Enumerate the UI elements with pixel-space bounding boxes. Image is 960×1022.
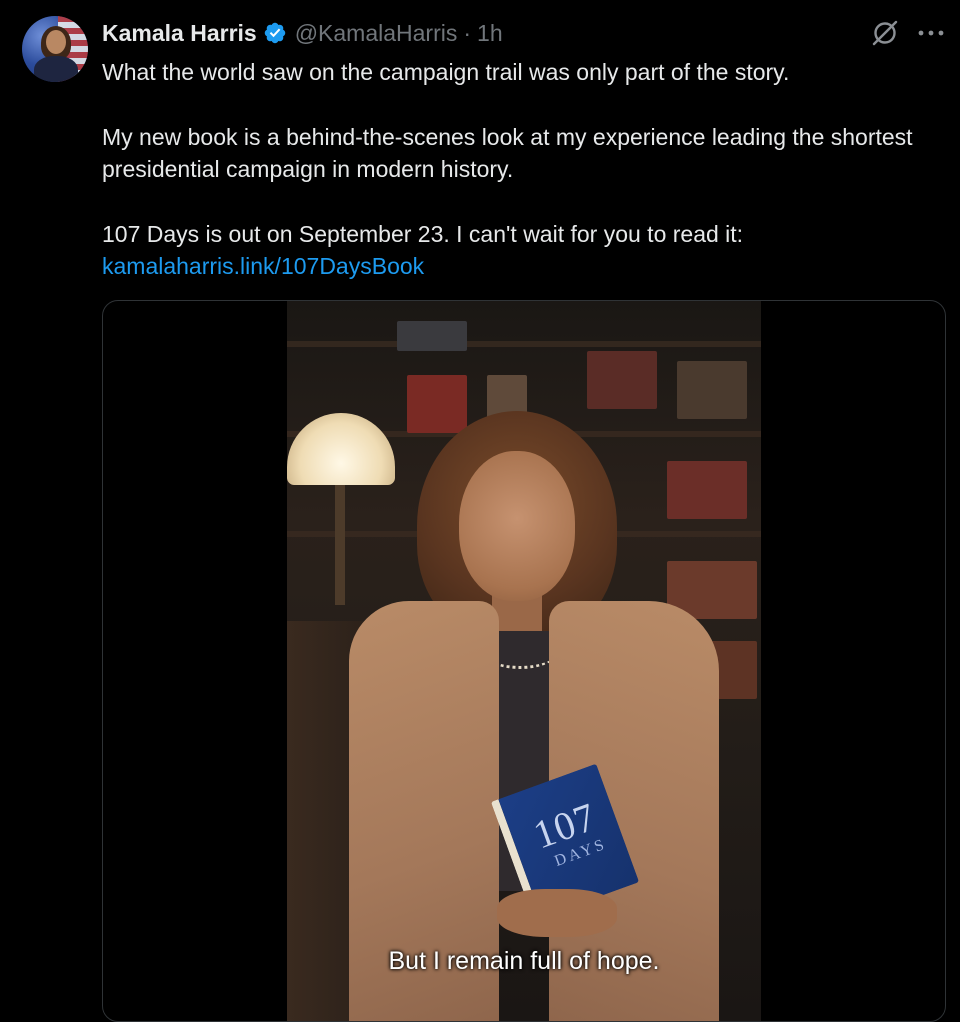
avatar-face xyxy=(46,30,66,54)
tweet-text: What the world saw on the campaign trail… xyxy=(102,56,942,282)
book-link[interactable]: kamalaharris.link/107DaysBook xyxy=(102,253,424,279)
more-options-icon[interactable] xyxy=(916,26,946,40)
video-player[interactable]: 107 DAYS But I remain full of hope. xyxy=(102,300,946,1022)
separator-dot: · xyxy=(463,19,472,46)
tweet-header: Kamala Harris @KamalaHarris · 1h xyxy=(102,16,503,50)
author-handle[interactable]: @KamalaHarris xyxy=(295,20,458,47)
tweet: Kamala Harris @KamalaHarris · 1h What th… xyxy=(0,0,960,1022)
avatar-body xyxy=(34,56,78,82)
books-red xyxy=(407,375,467,433)
lamp-stem xyxy=(335,485,345,605)
books-dark xyxy=(677,361,747,419)
timestamp[interactable]: 1h xyxy=(477,20,503,47)
grok-icon[interactable] xyxy=(870,18,900,48)
lamp-shade xyxy=(287,413,395,485)
avatar[interactable] xyxy=(22,16,88,82)
books-grey xyxy=(397,321,467,351)
bookshelf xyxy=(287,341,761,347)
tweet-text-line: My new book is a behind-the-scenes look … xyxy=(102,124,913,182)
person-hands xyxy=(497,889,617,937)
tweet-text-line: 107 Days is out on September 23. I can't… xyxy=(102,221,744,247)
verified-badge-icon[interactable] xyxy=(263,21,287,45)
video-frame[interactable]: 107 DAYS But I remain full of hope. xyxy=(287,301,761,1021)
books-maroon xyxy=(587,351,657,409)
books-red xyxy=(667,461,747,519)
person-face xyxy=(459,451,575,601)
video-caption: But I remain full of hope. xyxy=(388,947,660,975)
tweet-text-line: What the world saw on the campaign trail… xyxy=(102,59,790,85)
author-name[interactable]: Kamala Harris xyxy=(102,20,257,47)
